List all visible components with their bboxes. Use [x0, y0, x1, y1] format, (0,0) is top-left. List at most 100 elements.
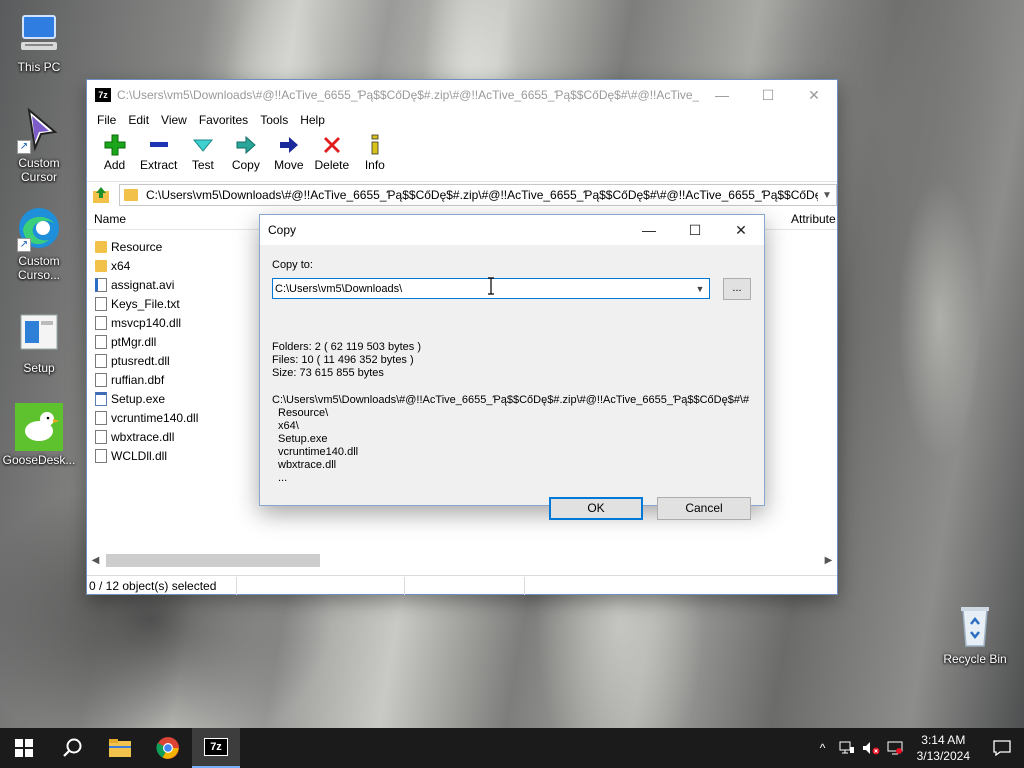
start-button[interactable] [0, 728, 48, 768]
desktop-icon-label: This PC [17, 60, 61, 74]
status-cell [525, 577, 645, 595]
extract-label: Extract [140, 158, 178, 172]
file-name: ptMgr.dll [111, 334, 157, 349]
move-button[interactable]: Move [267, 130, 310, 172]
7zip-app-icon: 7z [204, 738, 228, 756]
file-name: assignat.avi [111, 277, 175, 292]
ok-button[interactable]: OK [549, 497, 643, 520]
menu-bar: File Edit View Favorites Tools Help [87, 110, 837, 130]
info-button[interactable]: Info [353, 130, 396, 172]
volume-muted-icon[interactable] [859, 728, 883, 768]
desktop-icon-recycle-bin[interactable]: Recycle Bin [937, 602, 1013, 666]
taskbar-file-explorer[interactable] [96, 728, 144, 768]
up-folder-icon[interactable] [91, 185, 111, 205]
copy-to-label: Copy to: [272, 259, 313, 271]
dialog-maximize-button[interactable]: ☐ [672, 215, 718, 245]
extract-button[interactable]: Extract [136, 130, 181, 172]
cancel-button[interactable]: Cancel [657, 497, 751, 520]
maximize-button[interactable]: ☐ [745, 80, 791, 110]
goose-icon [15, 403, 63, 451]
file-name: WCLDll.dll [111, 448, 168, 463]
test-button[interactable]: Test [181, 130, 224, 172]
desktop-icon-goosedesktop[interactable]: GooseDesk... [1, 403, 77, 467]
dialog-title: Copy [268, 223, 297, 237]
source-path: C:\Users\vm5\Downloads\#@!!AcTive_6655_Ƥ… [272, 394, 750, 406]
menu-help[interactable]: Help [294, 113, 331, 127]
info-label: Info [364, 158, 385, 172]
taskbar-7zip[interactable]: 7z [192, 728, 240, 768]
files-count: Files: 10 ( 11 496 352 bytes ) [272, 354, 414, 366]
menu-view[interactable]: View [155, 113, 193, 127]
notification-icon [993, 740, 1011, 756]
taskbar-chrome[interactable] [144, 728, 192, 768]
dialog-body: Copy to: C:\Users\vm5\Downloads\ ▼ ... F… [260, 245, 764, 520]
source-items: C:\Users\vm5\Downloads\#@!!AcTive_6655_Ƥ… [272, 394, 754, 485]
taskbar: 7z ^ 3:14 AM 3/13/2024 [0, 728, 1024, 768]
source-item: x64\ [278, 420, 299, 432]
scroll-right-icon[interactable]: ▶ [820, 555, 837, 566]
network-icon[interactable] [835, 728, 859, 768]
minimize-button[interactable]: — [699, 80, 745, 110]
desktop-icon-custom-cursor-edge[interactable]: ↗ Custom Curso... [1, 204, 77, 282]
delete-x-icon [314, 132, 349, 158]
search-button[interactable] [48, 728, 96, 768]
dll-file-icon [95, 429, 107, 444]
address-bar: C:\Users\vm5\Downloads\#@!!AcTive_6655_Ƥ… [87, 182, 837, 208]
edge-browser-icon: ↗ [15, 204, 63, 252]
menu-favorites[interactable]: Favorites [193, 113, 254, 127]
desktop-icon-custom-cursor[interactable]: ↗ Custom Cursor [1, 106, 77, 184]
window-title: C:\Users\vm5\Downloads\#@!!AcTive_6655_Ƥ… [117, 88, 699, 102]
recycle-bin-icon [951, 602, 999, 650]
source-item: Setup.exe [278, 433, 328, 445]
move-label: Move [274, 158, 304, 172]
horizontal-scrollbar[interactable]: ◀ ▶ [87, 552, 837, 569]
file-explorer-icon [109, 739, 131, 757]
close-button[interactable]: ✕ [791, 80, 837, 110]
desktop-icon-label: Custom Cursor [18, 156, 60, 184]
menu-edit[interactable]: Edit [122, 113, 155, 127]
file-name: x64 [111, 258, 131, 273]
total-size: Size: 73 615 855 bytes [272, 367, 384, 379]
dialog-close-button[interactable]: ✕ [718, 215, 764, 245]
source-item: ... [278, 472, 288, 484]
add-button[interactable]: Add [93, 130, 136, 172]
column-name[interactable]: Name [94, 212, 126, 226]
browse-button[interactable]: ... [723, 278, 751, 300]
chevron-down-icon[interactable]: ▼ [818, 190, 836, 201]
folder-icon [95, 240, 107, 253]
path-combobox[interactable]: C:\Users\vm5\Downloads\#@!!AcTive_6655_Ƥ… [119, 184, 837, 206]
menu-file[interactable]: File [91, 113, 122, 127]
copy-button[interactable]: Copy [224, 130, 267, 172]
delete-button[interactable]: Delete [310, 130, 353, 172]
desktop-icon-setup[interactable]: Setup [1, 311, 77, 375]
title-bar[interactable]: 7z C:\Users\vm5\Downloads\#@!!AcTive_665… [87, 80, 837, 110]
file-name: Resource [111, 239, 163, 254]
dialog-title-bar[interactable]: Copy — ☐ ✕ [260, 215, 764, 245]
chevron-up-icon[interactable]: ^ [811, 728, 835, 768]
file-name: Setup.exe [111, 391, 166, 406]
clock[interactable]: 3:14 AM 3/13/2024 [907, 732, 980, 764]
dll-file-icon [95, 410, 107, 425]
source-item: Resource\ [278, 407, 329, 419]
executable-icon [95, 391, 107, 406]
menu-tools[interactable]: Tools [254, 113, 294, 127]
checkmark-icon [185, 132, 220, 158]
file-icon [95, 372, 107, 387]
chevron-down-icon[interactable]: ▼ [691, 284, 709, 294]
action-center-button[interactable] [980, 728, 1024, 768]
scroll-track[interactable] [104, 554, 820, 567]
computer-icon [15, 10, 63, 58]
dialog-minimize-button[interactable]: — [626, 215, 672, 245]
status-selection: 0 / 12 object(s) selected [87, 576, 237, 595]
date-text: 3/13/2024 [916, 749, 970, 763]
scroll-left-icon[interactable]: ◀ [87, 555, 104, 566]
column-attributes[interactable]: Attribute [791, 212, 836, 226]
dll-file-icon [95, 448, 107, 463]
copy-summary: Folders: 2 ( 62 119 503 bytes ) Files: 1… [272, 341, 421, 380]
display-icon[interactable] [883, 728, 907, 768]
file-name: ruffian.dbf [111, 372, 165, 387]
copy-label: Copy [231, 158, 260, 172]
copy-arrow-icon [228, 132, 263, 158]
desktop-icon-this-pc[interactable]: This PC [1, 10, 77, 74]
scroll-thumb[interactable] [106, 554, 320, 567]
